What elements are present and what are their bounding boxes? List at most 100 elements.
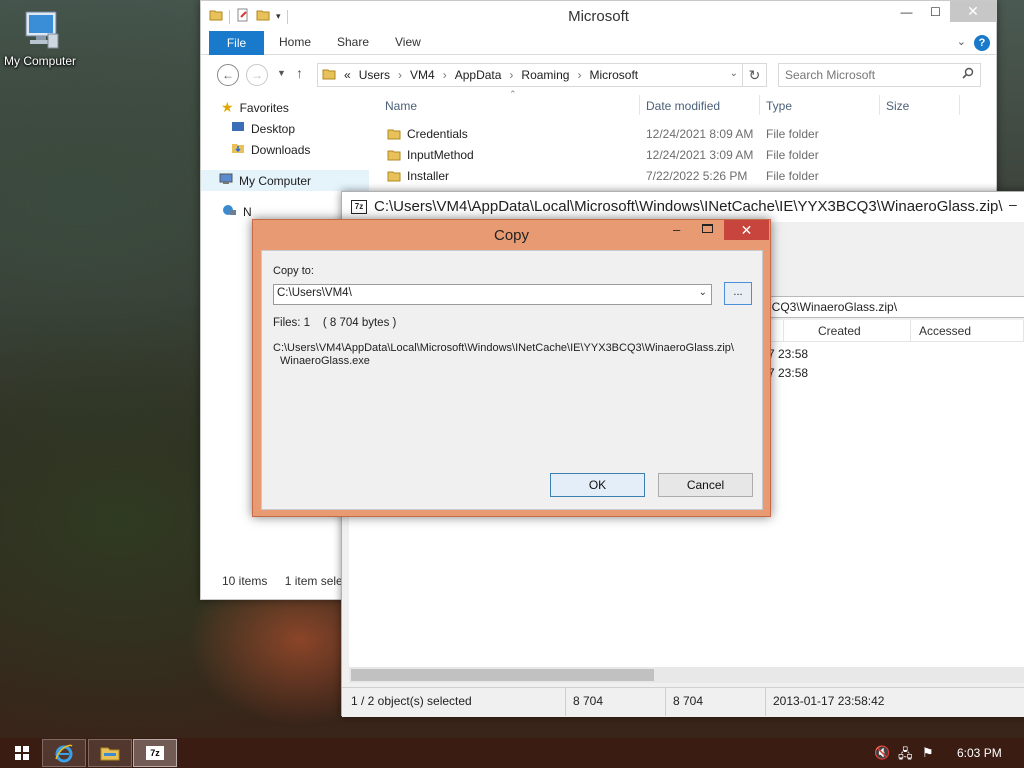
refresh-button[interactable]: ↻ <box>743 63 767 87</box>
breadcrumb-users[interactable]: Users <box>359 68 390 82</box>
file-list-header: ⌃ Name Date modified Type Size <box>377 89 992 117</box>
nav-favorites[interactable]: ★ Favorites <box>209 97 369 118</box>
network-icon[interactable]: 🖧 <box>898 745 913 767</box>
expand-ribbon-icon[interactable]: ⌄ <box>957 35 966 48</box>
maximize-button[interactable] <box>702 224 713 233</box>
search-input[interactable]: Search Microsoft <box>778 63 981 87</box>
cancel-button[interactable]: Cancel <box>658 473 753 497</box>
file-row[interactable]: Installer 7/22/2022 5:26 PM File folder <box>377 165 992 186</box>
sevenzip-titlebar[interactable]: 7z C:\Users\VM4\AppData\Local\Microsoft\… <box>342 192 1024 222</box>
browse-button[interactable]: ... <box>724 282 752 305</box>
folder-icon <box>387 169 401 186</box>
help-icon[interactable]: ? <box>974 35 990 51</box>
explorer-titlebar[interactable]: ▾ Microsoft — ☐ ✕ <box>201 1 996 31</box>
recent-locations-icon[interactable]: ▼ <box>277 68 286 78</box>
selected-size: 8 704 <box>573 694 604 708</box>
selection-count: 1 item sele <box>284 574 343 588</box>
sevenzip-status-bar: 1 / 2 object(s) selected 8 704 8 704 201… <box>342 687 1024 717</box>
maximize-button[interactable]: ☐ <box>921 1 950 22</box>
sort-up-icon: ⌃ <box>509 89 517 99</box>
up-button[interactable]: ↑ <box>296 65 303 81</box>
nav-my-computer[interactable]: My Computer <box>201 170 369 191</box>
nav-my-computer-label: My Computer <box>239 173 312 188</box>
file-date: 12/24/2021 3:09 AM <box>646 148 754 162</box>
dialog-title: Copy <box>493 227 530 244</box>
address-bar[interactable]: « Users › VM4 › AppData › Roaming › Micr… <box>317 63 743 87</box>
copy-dialog-body: Copy to: C:\Users\VM4\ ⌄ ... Files: 1 ( … <box>261 250 763 510</box>
forward-button[interactable]: → <box>246 64 268 86</box>
source-path: C:\Users\VM4\AppData\Local\Microsoft\Win… <box>273 342 734 354</box>
copy-dialog-titlebar[interactable]: Copy – ✕ <box>253 220 770 250</box>
minimize-button[interactable]: – <box>1009 196 1017 212</box>
folder-icon <box>322 67 336 84</box>
start-button[interactable] <box>0 739 44 767</box>
tab-file[interactable]: File <box>209 31 264 55</box>
action-center-icon[interactable]: ⚑ <box>922 745 934 761</box>
back-button[interactable]: ← <box>217 64 239 86</box>
scrollbar-thumb[interactable] <box>351 669 654 681</box>
nav-downloads-label: Downloads <box>251 142 311 157</box>
search-placeholder: Search Microsoft <box>785 68 876 82</box>
tab-home[interactable]: Home <box>279 35 311 49</box>
computer-icon <box>219 173 233 188</box>
volume-muted-icon[interactable]: 🔇 <box>874 745 890 761</box>
source-path-block: C:\Users\VM4\AppData\Local\Microsoft\Win… <box>273 342 734 368</box>
breadcrumb-separator[interactable]: › <box>443 68 447 82</box>
destination-combobox[interactable]: C:\Users\VM4\ ⌄ <box>273 284 712 305</box>
taskbar-file-explorer[interactable] <box>88 739 132 767</box>
windows-logo-icon <box>15 746 29 760</box>
navigation-bar: ← → ▼ ↑ « Users › VM4 › AppData › Roamin… <box>201 55 996 93</box>
breadcrumb-overflow[interactable]: « <box>344 68 351 82</box>
window-title: Microsoft <box>568 8 629 25</box>
horizontal-scrollbar[interactable] <box>349 667 1024 683</box>
file-name: Installer <box>407 169 450 183</box>
minimize-button[interactable]: — <box>892 1 921 22</box>
nav-desktop-label: Desktop <box>251 121 296 136</box>
nav-downloads[interactable]: Downloads <box>209 139 369 160</box>
close-button[interactable]: ✕ <box>950 1 996 22</box>
breadcrumb-vm4[interactable]: VM4 <box>410 68 435 82</box>
file-type: File folder <box>766 148 819 162</box>
column-name[interactable]: Name <box>385 99 417 113</box>
chevron-down-icon[interactable]: ⌄ <box>730 68 738 79</box>
taskbar-sevenzip[interactable]: 7z <box>133 739 177 767</box>
packed-size: 8 704 <box>673 694 704 708</box>
nav-favorites-label: Favorites <box>239 100 289 115</box>
desktop-icon-label: My Computer <box>3 54 77 68</box>
file-date: 12/24/2021 8:09 AM <box>646 127 754 141</box>
taskbar-internet-explorer[interactable] <box>42 739 86 767</box>
taskbar-clock[interactable]: 6:03 PM <box>957 746 1002 760</box>
search-icon[interactable] <box>962 67 974 82</box>
desktop-icon-my-computer[interactable]: My Computer <box>2 8 78 68</box>
item-count: 10 items <box>222 574 268 588</box>
file-type: File folder <box>766 169 819 183</box>
breadcrumb-separator[interactable]: › <box>509 68 513 82</box>
nav-desktop[interactable]: Desktop <box>209 118 369 139</box>
column-date-modified[interactable]: Date modified <box>646 99 720 113</box>
tab-share[interactable]: Share <box>337 35 369 49</box>
close-button[interactable]: ✕ <box>724 220 769 240</box>
tab-view[interactable]: View <box>395 35 421 49</box>
breadcrumb-appdata[interactable]: AppData <box>455 68 502 82</box>
folder-icon <box>387 127 401 144</box>
destination-value: C:\Users\VM4\ <box>277 287 352 299</box>
sevenzip-path-field[interactable]: 3BCQ3\WinaeroGlass.zip\ <box>752 296 1024 318</box>
file-row[interactable]: Credentials 12/24/2021 8:09 AM File fold… <box>377 123 992 144</box>
nav-network-label: N <box>243 204 252 219</box>
column-size[interactable]: Size <box>886 99 909 113</box>
minimize-button[interactable]: – <box>673 222 680 237</box>
chevron-down-icon[interactable]: ⌄ <box>699 287 707 298</box>
breadcrumb-microsoft[interactable]: Microsoft <box>589 68 638 82</box>
file-row[interactable]: InputMethod 12/24/2021 3:09 AM File fold… <box>377 144 992 165</box>
network-icon <box>221 203 237 220</box>
column-created[interactable]: Created <box>818 324 861 338</box>
column-type[interactable]: Type <box>766 99 792 113</box>
explorer-status-bar: 10 items 1 item sele <box>222 574 343 588</box>
breadcrumb-separator[interactable]: › <box>398 68 402 82</box>
breadcrumb-separator[interactable]: › <box>577 68 581 82</box>
file-type: File folder <box>766 127 819 141</box>
file-name: Credentials <box>407 127 468 141</box>
ok-button[interactable]: OK <box>550 473 645 497</box>
column-accessed[interactable]: Accessed <box>919 324 971 338</box>
breadcrumb-roaming[interactable]: Roaming <box>521 68 569 82</box>
